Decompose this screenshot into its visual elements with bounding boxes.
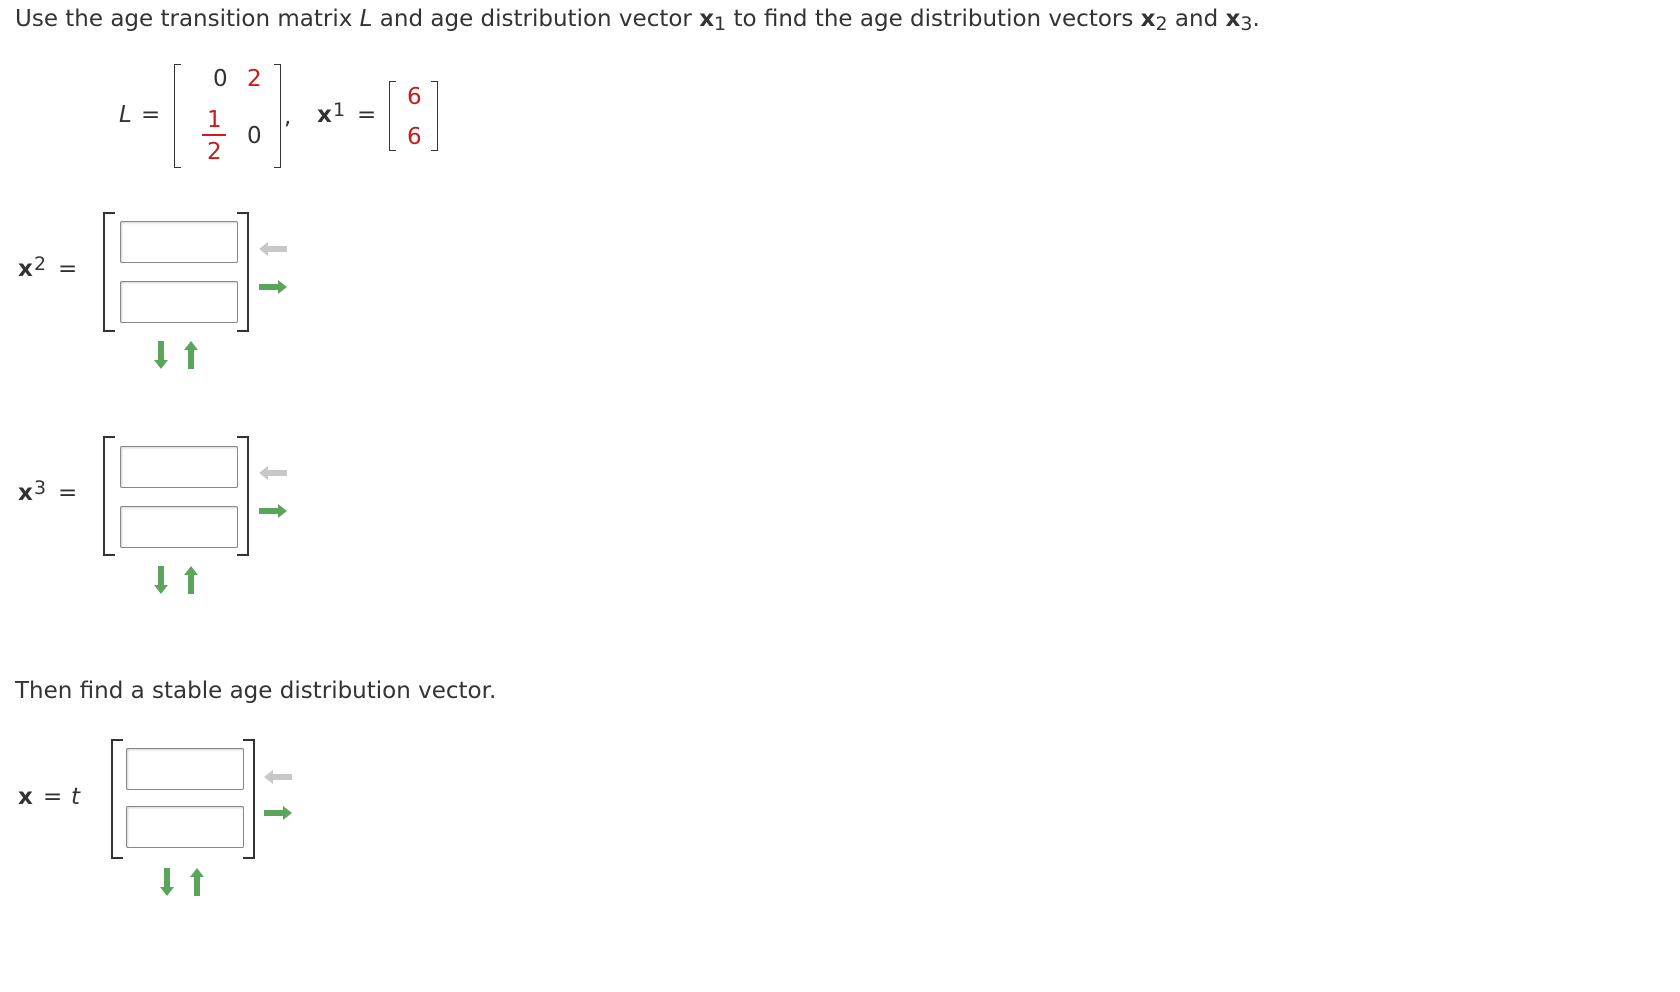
- stable-equals: =: [43, 784, 63, 810]
- stable-entry-1-input[interactable]: [126, 748, 244, 790]
- arrow-right-icon[interactable]: [259, 280, 287, 294]
- L-r1c1: 0: [213, 66, 228, 92]
- x2-entry-1-input[interactable]: [120, 221, 238, 263]
- x1-left-bracket: [389, 81, 396, 151]
- arrow-right-icon[interactable]: [259, 504, 287, 518]
- stable-x-label: x: [18, 784, 33, 810]
- x2-right-bracket: [237, 212, 249, 332]
- L-fraction-bar: [202, 134, 226, 136]
- x1-right-bracket: [431, 81, 438, 151]
- stable-left-bracket: [111, 739, 123, 859]
- x2-entry-2-input[interactable]: [120, 281, 238, 323]
- x3-entry-1-input[interactable]: [120, 446, 238, 488]
- arrow-right-icon[interactable]: [264, 806, 292, 820]
- stable-t-label: t: [71, 784, 81, 810]
- given-comma: ,: [284, 104, 292, 130]
- arrow-up-icon[interactable]: [190, 868, 204, 896]
- stable-right-bracket: [243, 739, 255, 859]
- x3-left-bracket: [103, 436, 115, 556]
- L-r2c1-denominator: 2: [207, 139, 222, 165]
- arrow-left-icon[interactable]: [259, 242, 287, 256]
- arrow-down-icon[interactable]: [160, 868, 174, 896]
- x3-right-bracket: [237, 436, 249, 556]
- arrow-down-icon[interactable]: [154, 566, 168, 594]
- L-left-bracket: [174, 64, 181, 168]
- x1-entry-1: 6: [407, 84, 422, 110]
- x3-equals: =: [58, 480, 78, 506]
- x2-left-bracket: [103, 212, 115, 332]
- x1-label: x: [317, 102, 332, 128]
- L-r1c2: 2: [247, 66, 262, 92]
- x1-equals: =: [357, 102, 377, 128]
- x3-entry-2-input[interactable]: [120, 506, 238, 548]
- L-right-bracket: [274, 64, 281, 168]
- x3-label: x: [18, 480, 33, 506]
- arrow-left-icon[interactable]: [259, 466, 287, 480]
- x2-equals: =: [58, 256, 78, 282]
- arrow-up-icon[interactable]: [184, 341, 198, 369]
- L-label: L: [119, 102, 132, 128]
- arrow-up-icon[interactable]: [184, 566, 198, 594]
- L-equals: =: [141, 102, 161, 128]
- L-r2c2: 0: [247, 123, 262, 149]
- then-text: Then find a stable age distribution vect…: [15, 678, 497, 704]
- stable-entry-2-input[interactable]: [126, 806, 244, 848]
- L-r2c1-numerator: 1: [207, 107, 222, 133]
- question-text: Use the age transition matrix L and age …: [15, 6, 1260, 35]
- x1-entry-2: 6: [407, 124, 422, 150]
- arrow-left-icon[interactable]: [264, 770, 292, 784]
- x2-label: x: [18, 256, 33, 282]
- arrow-down-icon[interactable]: [154, 341, 168, 369]
